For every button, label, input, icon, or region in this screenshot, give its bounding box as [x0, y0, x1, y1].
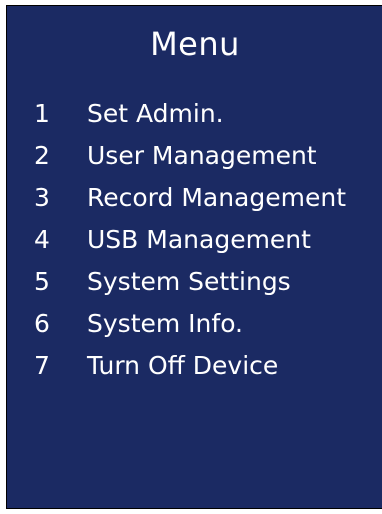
menu-item-number: 5: [34, 266, 50, 296]
menu-item-label: System Settings: [87, 266, 291, 296]
menu-item-label: User Management: [87, 140, 317, 170]
menu-item-label: Record Management: [87, 182, 347, 212]
menu-item-label: Turn Off Device: [87, 350, 279, 380]
menu-item-number: 1: [34, 98, 50, 128]
menu-item-number: 2: [34, 140, 50, 170]
menu-item-set-admin[interactable]: 1 Set Admin.: [7, 92, 382, 134]
menu-item-record-management[interactable]: 3 Record Management: [7, 176, 382, 218]
menu-item-number: 3: [34, 182, 50, 212]
menu-item-label: USB Management: [87, 224, 311, 254]
menu-item-turn-off-device[interactable]: 7 Turn Off Device: [7, 344, 382, 386]
menu-list: 1 Set Admin. 2 User Management 3 Record …: [7, 92, 382, 386]
menu-item-number: 7: [34, 350, 50, 380]
menu-item-system-info[interactable]: 6 System Info.: [7, 302, 382, 344]
menu-item-usb-management[interactable]: 4 USB Management: [7, 218, 382, 260]
menu-item-label: System Info.: [87, 308, 243, 338]
menu-title: Menu: [150, 25, 240, 63]
device-menu-screen: Menu 1 Set Admin. 2 User Management 3 Re…: [6, 5, 382, 509]
menu-item-system-settings[interactable]: 5 System Settings: [7, 260, 382, 302]
menu-item-number: 4: [34, 224, 50, 254]
menu-item-label: Set Admin.: [87, 98, 224, 128]
menu-item-number: 6: [34, 308, 50, 338]
menu-item-user-management[interactable]: 2 User Management: [7, 134, 382, 176]
